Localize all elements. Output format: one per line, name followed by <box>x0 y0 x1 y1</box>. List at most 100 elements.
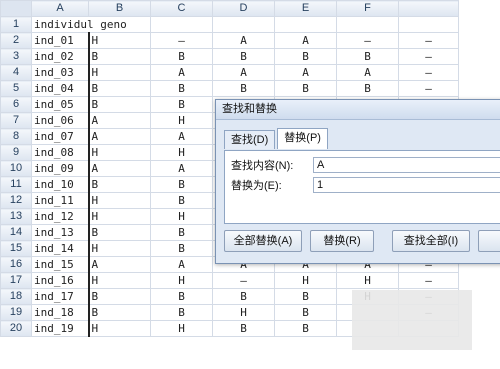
grid-cell[interactable]: B <box>274 48 337 65</box>
grid-cell[interactable]: H <box>212 304 275 321</box>
grid-cell[interactable]: B <box>212 48 275 65</box>
grid-cell[interactable] <box>398 16 459 33</box>
grid-cell[interactable]: A <box>87 160 151 177</box>
grid-cell[interactable]: B <box>87 288 151 305</box>
find-input[interactable]: A <box>313 157 500 173</box>
grid-cell[interactable]: A <box>274 32 337 49</box>
tab-replace[interactable]: 替换(P) <box>277 128 328 149</box>
grid-cell[interactable]: – <box>212 272 275 289</box>
grid-cell[interactable]: ind_18 <box>31 304 89 321</box>
grid-cell[interactable]: – <box>398 48 459 65</box>
row-header[interactable]: 17 <box>0 272 32 289</box>
grid-cell[interactable]: B <box>150 304 213 321</box>
row-header[interactable]: 11 <box>0 176 32 193</box>
grid-cell[interactable]: – <box>398 64 459 81</box>
row-header[interactable]: 3 <box>0 48 32 65</box>
grid-cell[interactable]: B <box>274 320 337 337</box>
grid-cell[interactable]: ind_07 <box>31 128 89 145</box>
grid-cell[interactable]: ind_13 <box>31 224 89 241</box>
row-header[interactable]: 5 <box>0 80 32 97</box>
grid-cell[interactable]: B <box>87 224 151 241</box>
grid-cell[interactable]: B <box>336 48 399 65</box>
grid-cell[interactable]: ind_19 <box>31 320 89 337</box>
row-header[interactable]: 16 <box>0 256 32 273</box>
find-all-button[interactable]: 查找全部(I) <box>392 230 470 252</box>
grid-cell[interactable]: B <box>212 80 275 97</box>
grid-cell[interactable]: B <box>212 288 275 305</box>
grid-cell[interactable]: A <box>150 64 213 81</box>
grid-cell[interactable]: H <box>274 272 337 289</box>
grid-cell[interactable]: H <box>87 192 151 209</box>
grid-cell[interactable]: H <box>150 320 213 337</box>
row-header[interactable]: 19 <box>0 304 32 321</box>
grid-cell[interactable]: H <box>87 32 151 49</box>
grid-cell[interactable]: – <box>150 32 213 49</box>
grid-cell[interactable]: B <box>87 304 151 321</box>
grid-cell[interactable]: H <box>87 240 151 257</box>
grid-cell[interactable]: A <box>87 128 151 145</box>
row-header[interactable]: 13 <box>0 208 32 225</box>
grid-cell[interactable]: A <box>336 64 399 81</box>
row-header[interactable]: 7 <box>0 112 32 129</box>
grid-cell[interactable]: B <box>150 48 213 65</box>
grid-cell[interactable]: ind_12 <box>31 208 89 225</box>
grid-cell[interactable]: B <box>87 80 151 97</box>
grid-cell[interactable] <box>212 16 275 33</box>
grid-cell[interactable]: B <box>150 80 213 97</box>
replace-button[interactable]: 替换(R) <box>310 230 374 252</box>
row-header[interactable]: 20 <box>0 320 32 337</box>
grid-cell[interactable]: ind_08 <box>31 144 89 161</box>
grid-cell[interactable]: H <box>87 144 151 161</box>
column-header-a[interactable]: A <box>31 0 89 17</box>
grid-cell[interactable]: B <box>212 320 275 337</box>
tab-find[interactable]: 查找(D) <box>224 130 276 149</box>
grid-cell[interactable]: ind_04 <box>31 80 89 97</box>
grid-cell[interactable]: A <box>150 160 213 177</box>
column-header-d[interactable]: D <box>212 0 275 17</box>
grid-cell[interactable]: A <box>274 64 337 81</box>
row-header[interactable]: 1 <box>0 16 32 33</box>
grid-cell[interactable]: H <box>150 144 213 161</box>
grid-cell[interactable]: A <box>212 32 275 49</box>
grid-cell[interactable]: B <box>274 304 337 321</box>
row-header[interactable]: 10 <box>0 160 32 177</box>
row-header[interactable]: 8 <box>0 128 32 145</box>
grid-cell[interactable]: – <box>398 272 459 289</box>
grid-cell[interactable]: H <box>87 320 151 337</box>
grid-cell[interactable]: – <box>398 80 459 97</box>
row-header[interactable]: 12 <box>0 192 32 209</box>
grid-cell[interactable]: A <box>212 64 275 81</box>
grid-cell[interactable]: ind_02 <box>31 48 89 65</box>
column-header-b[interactable]: B <box>88 0 151 17</box>
select-all-corner[interactable] <box>0 0 32 17</box>
row-header[interactable]: 18 <box>0 288 32 305</box>
column-header-g[interactable] <box>398 0 459 17</box>
grid-cell[interactable]: B <box>336 80 399 97</box>
grid-cell[interactable]: B <box>274 288 337 305</box>
grid-cell[interactable] <box>150 16 213 33</box>
grid-cell[interactable]: ind_09 <box>31 160 89 177</box>
grid-cell[interactable]: ind_15 <box>31 256 89 273</box>
grid-cell[interactable]: A <box>150 128 213 145</box>
grid-cell[interactable]: ind_10 <box>31 176 89 193</box>
grid-cell[interactable]: A <box>87 112 151 129</box>
grid-cell[interactable]: B <box>150 176 213 193</box>
column-header-f[interactable]: F <box>336 0 399 17</box>
grid-cell[interactable]: A <box>150 256 213 273</box>
grid-cell[interactable]: ind_01 <box>31 32 89 49</box>
grid-cell[interactable]: B <box>87 176 151 193</box>
replace-all-button[interactable]: 全部替换(A) <box>224 230 302 252</box>
column-header-e[interactable]: E <box>274 0 337 17</box>
row-header[interactable]: 9 <box>0 144 32 161</box>
grid-cell[interactable]: H <box>150 112 213 129</box>
row-header[interactable]: 6 <box>0 96 32 113</box>
grid-cell[interactable]: ind_03 <box>31 64 89 81</box>
grid-cell[interactable]: ind_16 <box>31 272 89 289</box>
column-header-c[interactable]: C <box>150 0 213 17</box>
row-header[interactable]: 4 <box>0 64 32 81</box>
grid-cell[interactable]: B <box>150 96 213 113</box>
grid-cell[interactable]: H <box>87 208 151 225</box>
grid-cell[interactable] <box>274 16 337 33</box>
grid-cell[interactable]: H <box>150 272 213 289</box>
grid-cell[interactable]: B <box>274 80 337 97</box>
